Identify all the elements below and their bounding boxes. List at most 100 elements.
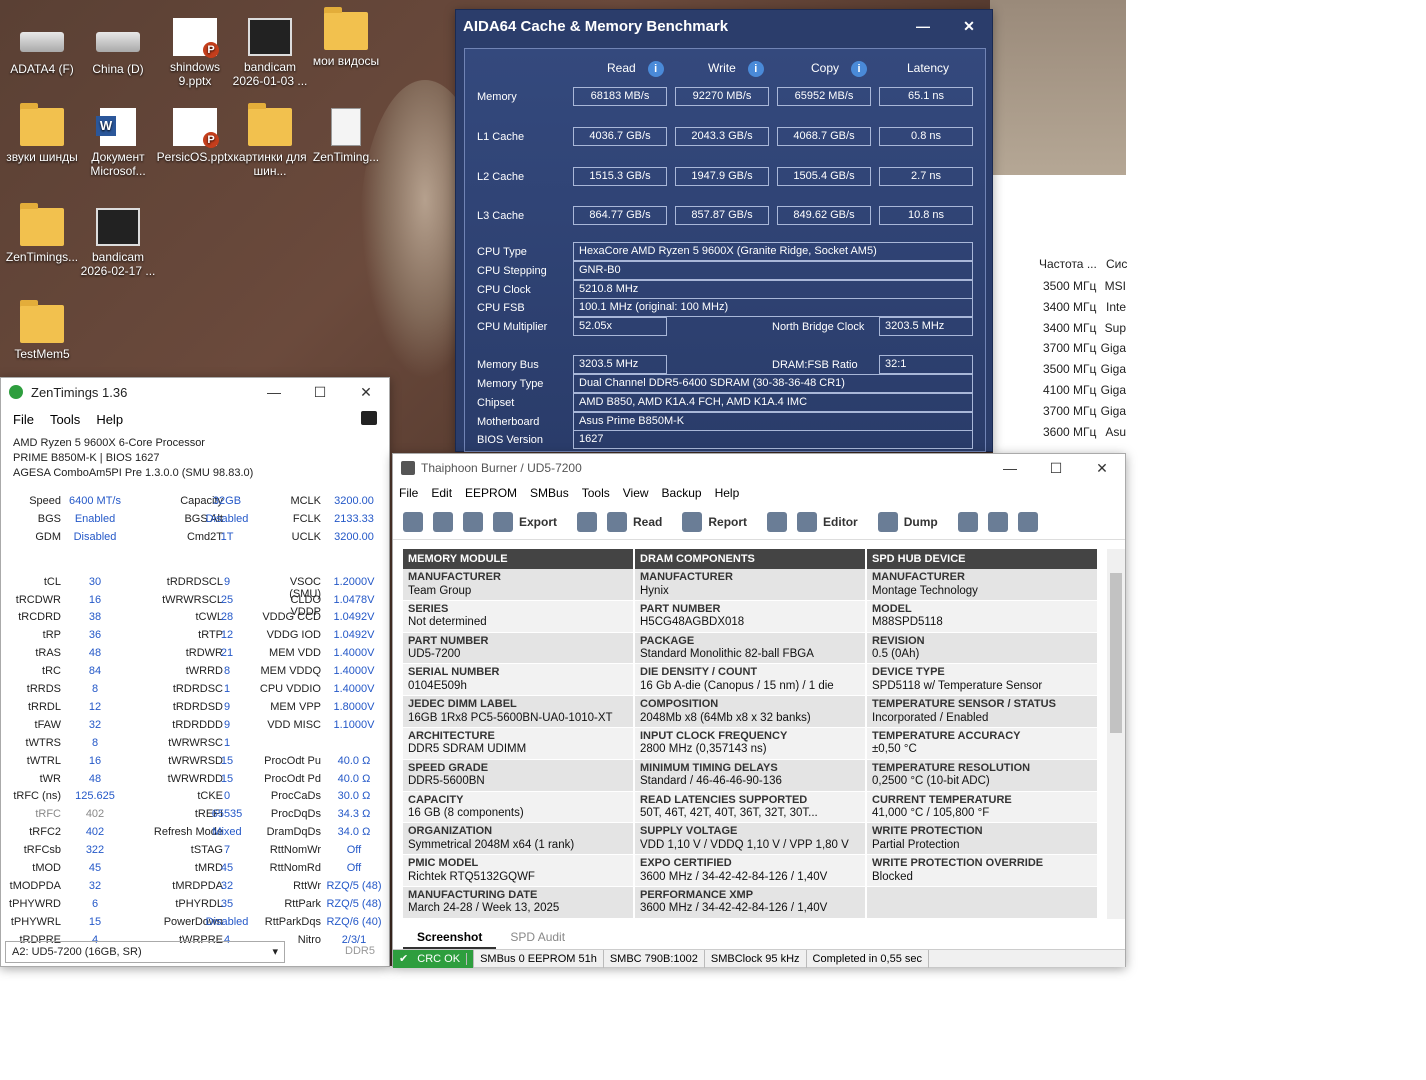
- read-button[interactable]: Read: [633, 515, 662, 529]
- settings-icon[interactable]: [403, 511, 423, 532]
- spd-cell[interactable]: ARCHITECTURE DDR5 SDRAM UDIMM: [403, 727, 633, 760]
- wrench-icon[interactable]: [767, 511, 788, 532]
- search-icon[interactable]: [957, 511, 978, 532]
- editor-button[interactable]: Editor: [823, 515, 858, 529]
- spd-cell[interactable]: PMIC MODEL Richtek RTQ5132GQWF: [403, 855, 633, 887]
- info-icon[interactable]: i: [851, 61, 868, 77]
- menu-file[interactable]: File: [399, 486, 425, 500]
- menu-view[interactable]: View: [623, 486, 656, 500]
- report-button[interactable]: Report: [708, 515, 747, 529]
- monitor-icon[interactable]: [1017, 511, 1038, 532]
- menu-tools[interactable]: Tools: [42, 412, 88, 427]
- spd-cell[interactable]: MANUFACTURER Team Group: [403, 569, 633, 601]
- spd-scrollbar[interactable]: [1107, 549, 1125, 919]
- spd-cell[interactable]: PERFORMANCE XMP 3600 MHz / 34-42-42-84-12…: [635, 886, 865, 919]
- spd-cell[interactable]: WRITE PROTECTION OVERRIDE Blocked: [867, 855, 1097, 887]
- read-icon[interactable]: [607, 511, 628, 532]
- desktop-icon[interactable]: PersicOS.pptx: [155, 108, 235, 164]
- list-row[interactable]: 3600 МГц Asu: [993, 425, 1126, 439]
- close-icon[interactable]: ✕: [946, 11, 992, 41]
- spd-cell[interactable]: PART NUMBER UD5-7200: [403, 632, 633, 665]
- export-icon[interactable]: [493, 511, 513, 532]
- menu-eeprom[interactable]: EEPROM: [465, 486, 524, 500]
- camera-icon[interactable]: [361, 411, 377, 425]
- editor-icon[interactable]: [797, 511, 818, 532]
- desktop-icon[interactable]: TestMem5: [2, 300, 82, 361]
- menu-help[interactable]: Help: [88, 412, 131, 427]
- menu-backup[interactable]: Backup: [662, 486, 709, 500]
- list-row[interactable]: 3500 МГц MSI: [993, 279, 1126, 293]
- spd-cell[interactable]: TEMPERATURE SENSOR / STATUS Incorporated …: [867, 696, 1097, 728]
- close-icon[interactable]: ✕: [1079, 453, 1125, 483]
- spd-cell[interactable]: PACKAGE Standard Monolithic 82-ball FBGA: [635, 632, 865, 665]
- info-icon[interactable]: i: [647, 61, 664, 77]
- lock-icon[interactable]: [577, 511, 598, 532]
- spd-cell[interactable]: CURRENT TEMPERATURE 41,000 °C / 105,800 °…: [867, 791, 1097, 824]
- spd-cell[interactable]: COMPOSITION 2048Mb x8 (64Mb x8 x 32 banks…: [635, 696, 865, 728]
- menu-edit[interactable]: Edit: [431, 486, 459, 500]
- spd-cell[interactable]: SERIES Not determined: [403, 600, 633, 633]
- spd-cell[interactable]: DIE DENSITY / COUNT 16 Gb A-die (Canopus …: [635, 664, 865, 697]
- spd-cell[interactable]: CAPACITY 16 GB (8 components): [403, 791, 633, 824]
- header-frequency[interactable]: Частота ...: [993, 257, 1103, 271]
- open-icon[interactable]: [433, 511, 453, 532]
- desktop-icon[interactable]: bandicam 2026-02-17 ...: [78, 208, 158, 278]
- save-icon[interactable]: [463, 511, 483, 532]
- spd-cell[interactable]: MANUFACTURER Montage Technology: [867, 569, 1097, 601]
- spd-cell[interactable]: [867, 886, 1097, 919]
- spd-cell[interactable]: MODEL M88SPD5118: [867, 600, 1097, 633]
- spd-cell[interactable]: MANUFACTURING DATE March 24-28 / Week 13,…: [403, 886, 633, 919]
- list-row[interactable]: 3400 МГц Sup: [993, 321, 1126, 335]
- maximize-icon[interactable]: ☐: [1033, 453, 1079, 483]
- header-system[interactable]: Сис: [1103, 257, 1127, 271]
- spd-cell[interactable]: PART NUMBER H5CG48AGBDX018: [635, 600, 865, 633]
- spd-cell[interactable]: SPEED GRADE DDR5-5600BN: [403, 759, 633, 792]
- menu-file[interactable]: File: [5, 412, 42, 427]
- tab-screenshot[interactable]: Screenshot: [403, 927, 497, 949]
- spd-cell[interactable]: READ LATENCIES SUPPORTED 50T, 46T, 42T, 4…: [635, 791, 865, 824]
- report-icon[interactable]: [682, 511, 703, 532]
- desktop-icon[interactable]: China (D): [78, 18, 158, 76]
- desktop-icon[interactable]: Документ Microsof...: [78, 108, 158, 178]
- desktop-icon[interactable]: картинки для шин...: [230, 103, 310, 178]
- desktop-icon[interactable]: мои видосы: [306, 7, 386, 68]
- dump-button[interactable]: Dump: [904, 515, 938, 529]
- minimize-icon[interactable]: —: [987, 453, 1033, 483]
- desktop-icon[interactable]: ADATA4 (F): [2, 18, 82, 76]
- list-row[interactable]: 3500 МГц Giga: [993, 362, 1126, 376]
- desktop-icon[interactable]: shindows 9.pptx: [155, 18, 235, 88]
- export-button[interactable]: Export: [519, 515, 557, 529]
- list-row[interactable]: 4100 МГц Giga: [993, 383, 1126, 397]
- dump-icon[interactable]: [877, 511, 898, 532]
- close-icon[interactable]: ✕: [343, 377, 389, 407]
- copy-icon[interactable]: [987, 511, 1008, 532]
- spd-cell[interactable]: EXPO CERTIFIED 3600 MHz / 34-42-42-84-126…: [635, 855, 865, 887]
- spd-cell[interactable]: JEDEC DIMM LABEL 16GB 1Rx8 PC5-5600BN-UA0…: [403, 696, 633, 728]
- spd-cell[interactable]: DEVICE TYPE SPD5118 w/ Temperature Sensor: [867, 664, 1097, 697]
- menu-help[interactable]: Help: [715, 486, 747, 500]
- list-row[interactable]: 3700 МГц Giga: [993, 341, 1126, 355]
- spd-cell[interactable]: SERIAL NUMBER 0104E509h: [403, 664, 633, 697]
- spd-cell[interactable]: REVISION 0.5 (0Ah): [867, 632, 1097, 665]
- spd-cell[interactable]: TEMPERATURE RESOLUTION 0,2500 °C (10-bit …: [867, 759, 1097, 792]
- minimize-icon[interactable]: —: [251, 377, 297, 407]
- list-row[interactable]: 3400 МГц Inte: [993, 300, 1126, 314]
- desktop-icon[interactable]: ZenTimings...: [2, 203, 82, 264]
- list-row[interactable]: 3700 МГц Giga: [993, 404, 1126, 418]
- spd-cell[interactable]: MINIMUM TIMING DELAYS Standard / 46-46-46…: [635, 759, 865, 792]
- desktop-icon[interactable]: bandicam 2026-01-03 ...: [230, 18, 310, 88]
- info-icon[interactable]: i: [747, 61, 764, 77]
- spd-cell[interactable]: ORGANIZATION Symmetrical 2048M x64 (1 ran…: [403, 823, 633, 856]
- scroll-thumb[interactable]: [1110, 573, 1122, 733]
- menu-smbus[interactable]: SMBus: [530, 486, 576, 500]
- desktop-icon[interactable]: ZenTiming...: [306, 108, 386, 164]
- minimize-icon[interactable]: —: [900, 11, 946, 41]
- desktop-icon[interactable]: звуки шинды: [2, 103, 82, 164]
- dimm-select[interactable]: A2: UD5-7200 (16GB, SR): [5, 941, 285, 963]
- menu-tools[interactable]: Tools: [582, 486, 617, 500]
- spd-cell[interactable]: SUPPLY VOLTAGE VDD 1,10 V / VDDQ 1,10 V /…: [635, 823, 865, 856]
- spd-cell[interactable]: INPUT CLOCK FREQUENCY 2800 MHz (0,357143 …: [635, 727, 865, 760]
- spd-cell[interactable]: MANUFACTURER Hynix: [635, 569, 865, 601]
- spd-cell[interactable]: TEMPERATURE ACCURACY ±0,50 °C: [867, 727, 1097, 760]
- maximize-icon[interactable]: ☐: [297, 377, 343, 407]
